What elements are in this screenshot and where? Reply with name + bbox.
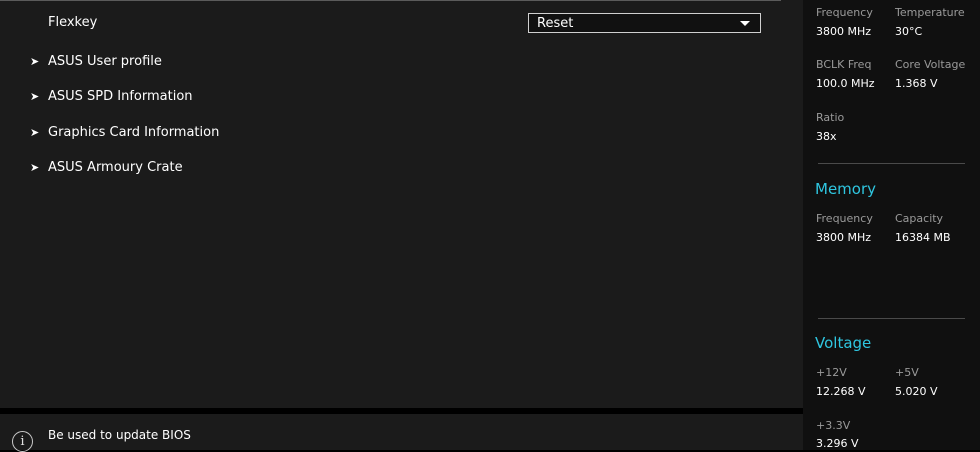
ratio-label: Ratio <box>816 111 845 124</box>
memory-frequency-value: 3800 MHz <box>816 231 872 244</box>
cpu-temperature-label: Temperature <box>895 6 965 19</box>
info-icon: i <box>12 431 33 452</box>
bclk-freq-value: 100.0 MHz <box>816 77 875 90</box>
divider <box>818 318 965 319</box>
v33-value: 3.296 V <box>816 437 859 450</box>
menu-item-label: ASUS Armoury Crate <box>48 160 183 175</box>
main-panel: Flexkey Reset ➤ ASUS User profile ➤ ASUS S… <box>0 0 803 452</box>
cpu-frequency-value: 3800 MHz <box>816 25 872 38</box>
menu-item-asus-armoury-crate[interactable]: ➤ ASUS Armoury Crate <box>30 160 183 175</box>
arrow-right-icon: ➤ <box>30 55 40 68</box>
memory-section-title: Memory <box>815 180 877 198</box>
v5-label: +5V <box>895 366 919 379</box>
arrow-right-icon: ➤ <box>30 126 40 139</box>
bclk-freq-label: BCLK Freq <box>816 58 872 71</box>
v12-label: +12V <box>816 366 847 379</box>
memory-capacity-value: 16384 MB <box>895 231 951 244</box>
cpu-temperature-value: 30°C <box>895 25 923 38</box>
flexkey-dropdown-value: Reset <box>537 16 574 31</box>
flexkey-label: Flexkey <box>48 15 98 30</box>
help-bar: i Be used to update BIOS <box>0 414 803 452</box>
hardware-monitor-panel: Frequency Temperature 3800 MHz 30°C BCLK… <box>803 0 980 450</box>
flexkey-dropdown[interactable]: Reset <box>528 13 761 33</box>
menu-item-asus-user-profile[interactable]: ➤ ASUS User profile <box>30 54 162 69</box>
v5-value: 5.020 V <box>895 385 938 398</box>
memory-capacity-label: Capacity <box>895 212 944 225</box>
arrow-right-icon: ➤ <box>30 90 40 103</box>
v12-value: 12.268 V <box>816 385 866 398</box>
divider <box>0 0 781 1</box>
menu-item-label: Graphics Card Information <box>48 125 220 140</box>
cpu-frequency-label: Frequency <box>816 6 873 19</box>
memory-frequency-label: Frequency <box>816 212 873 225</box>
help-text: Be used to update BIOS <box>48 428 191 442</box>
voltage-section-title: Voltage <box>815 334 872 352</box>
menu-item-asus-spd-information[interactable]: ➤ ASUS SPD Information <box>30 89 193 104</box>
divider <box>818 163 965 164</box>
menu-item-label: ASUS User profile <box>48 54 162 69</box>
caret-down-icon <box>740 21 750 26</box>
core-voltage-value: 1.368 V <box>895 77 938 90</box>
v33-label: +3.3V <box>816 419 851 432</box>
menu-item-label: ASUS SPD Information <box>48 89 193 104</box>
arrow-right-icon: ➤ <box>30 161 40 174</box>
core-voltage-label: Core Voltage <box>895 58 966 71</box>
ratio-value: 38x <box>816 130 837 143</box>
menu-item-graphics-card-information[interactable]: ➤ Graphics Card Information <box>30 125 219 140</box>
